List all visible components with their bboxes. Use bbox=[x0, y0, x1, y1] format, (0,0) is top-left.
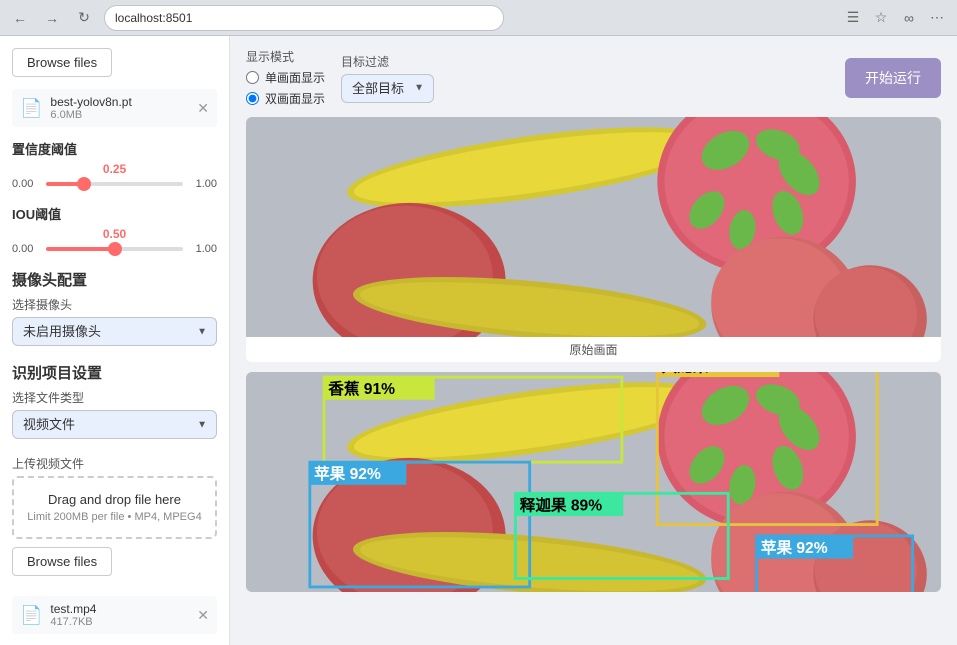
model-file-name: best-yolov8n.pt bbox=[50, 95, 189, 109]
target-select[interactable]: 全部目标 bbox=[341, 74, 434, 103]
menu-button[interactable]: ⋯ bbox=[925, 6, 949, 30]
app-container: Browse files 📄 best-yolov8n.pt 6.0MB ✕ 置… bbox=[0, 36, 957, 645]
confidence-max: 1.00 bbox=[189, 178, 217, 190]
iou-slider[interactable] bbox=[46, 247, 183, 251]
confidence-slider[interactable] bbox=[46, 182, 183, 186]
radio-single-label: 单画面显示 bbox=[265, 69, 325, 86]
detection-image-canvas: 香蕉 91% 大龙果 85% 苹果 92% 释迦果 89% bbox=[246, 372, 941, 592]
refresh-button[interactable]: ↻ bbox=[72, 6, 96, 30]
confidence-value: 0.25 bbox=[12, 162, 217, 176]
iou-label: IOU阈值 bbox=[12, 204, 217, 223]
camera-config-title: 摄像头配置 bbox=[12, 269, 217, 290]
uploaded-file-size: 417.7KB bbox=[50, 616, 189, 628]
camera-sublabel: 选择摄像头 bbox=[12, 296, 217, 313]
browser-tools: ☰ ☆ ∞ ⋯ bbox=[841, 6, 949, 30]
iou-min: 0.00 bbox=[12, 243, 40, 255]
svg-text:香蕉 91%: 香蕉 91% bbox=[328, 379, 395, 398]
file-type-select-wrapper: 视频文件 bbox=[12, 410, 217, 439]
radio-dual-input[interactable] bbox=[246, 92, 259, 105]
dropzone-limit: Limit 200MB per file • MP4, MPEG4 bbox=[26, 511, 203, 523]
uploaded-file-icon: 📄 bbox=[20, 605, 42, 626]
content-area: 显示模式 单画面显示 双画面显示 目标过滤 全部目标 bbox=[230, 36, 957, 645]
target-filter-label: 目标过滤 bbox=[341, 53, 434, 70]
camera-config-section: 摄像头配置 选择摄像头 未启用摄像头 bbox=[12, 269, 217, 346]
extensions-button[interactable]: ∞ bbox=[897, 6, 921, 30]
model-file-close-button[interactable]: ✕ bbox=[197, 100, 209, 117]
sidebar: Browse files 📄 best-yolov8n.pt 6.0MB ✕ 置… bbox=[0, 36, 230, 645]
confidence-min: 0.00 bbox=[12, 178, 40, 190]
detection-image-svg: 香蕉 91% 大龙果 85% 苹果 92% 释迦果 89% bbox=[246, 372, 941, 592]
dropzone[interactable]: Drag and drop file here Limit 200MB per … bbox=[12, 476, 217, 539]
iou-section: IOU阈值 0.50 0.00 1.00 bbox=[12, 204, 217, 255]
svg-text:苹果 92%: 苹果 92% bbox=[314, 464, 381, 483]
upload-section: 上传视频文件 Drag and drop file here Limit 200… bbox=[12, 455, 217, 634]
original-image-panel: 原始画面 bbox=[246, 117, 941, 362]
original-image-canvas bbox=[246, 117, 941, 337]
model-file-size: 6.0MB bbox=[50, 109, 189, 121]
svg-text:苹果 92%: 苹果 92% bbox=[761, 538, 828, 557]
forward-button[interactable]: → bbox=[40, 6, 64, 30]
run-button[interactable]: 开始运行 bbox=[845, 58, 941, 98]
file-type-select[interactable]: 视频文件 bbox=[12, 410, 217, 439]
display-mode-label: 显示模式 bbox=[246, 48, 325, 65]
file-icon: 📄 bbox=[20, 98, 42, 119]
confidence-label: 置信度阈值 bbox=[12, 139, 217, 158]
top-browse-files-button[interactable]: Browse files bbox=[12, 48, 112, 77]
radio-dual: 双画面显示 bbox=[246, 90, 325, 107]
back-button[interactable]: ← bbox=[8, 6, 32, 30]
detection-image-panel: 香蕉 91% 大龙果 85% 苹果 92% 释迦果 89% bbox=[246, 372, 941, 592]
original-image-svg bbox=[246, 117, 941, 337]
controls-row: 显示模式 单画面显示 双画面显示 目标过滤 全部目标 bbox=[246, 48, 941, 107]
reader-mode-button[interactable]: ☰ bbox=[841, 6, 865, 30]
url-text: localhost:8501 bbox=[115, 11, 192, 25]
display-mode-group: 显示模式 单画面显示 双画面显示 bbox=[246, 48, 325, 107]
iou-slider-row: 0.00 1.00 bbox=[12, 243, 217, 255]
target-select-wrapper: 全部目标 bbox=[341, 74, 434, 103]
uploaded-file-item: 📄 test.mp4 417.7KB ✕ bbox=[12, 596, 217, 634]
iou-max: 1.00 bbox=[189, 243, 217, 255]
camera-select-wrapper: 未启用摄像头 bbox=[12, 317, 217, 346]
upload-label: 上传视频文件 bbox=[12, 455, 217, 472]
svg-text:大龙果 85%: 大龙果 85% bbox=[662, 372, 744, 375]
confidence-slider-row: 0.00 1.00 bbox=[12, 178, 217, 190]
browse-files-button[interactable]: Browse files bbox=[12, 547, 112, 576]
radio-single: 单画面显示 bbox=[246, 69, 325, 86]
radio-single-input[interactable] bbox=[246, 71, 259, 84]
camera-select[interactable]: 未启用摄像头 bbox=[12, 317, 217, 346]
uploaded-file-info: test.mp4 417.7KB bbox=[50, 602, 189, 628]
confidence-section: 置信度阈值 0.25 0.00 1.00 bbox=[12, 139, 217, 190]
dropzone-title: Drag and drop file here bbox=[26, 492, 203, 507]
address-bar[interactable]: localhost:8501 bbox=[104, 5, 504, 31]
recognition-title: 识别项目设置 bbox=[12, 362, 217, 383]
model-file-info: best-yolov8n.pt 6.0MB bbox=[50, 95, 189, 121]
radio-dual-label: 双画面显示 bbox=[265, 90, 325, 107]
bookmark-button[interactable]: ☆ bbox=[869, 6, 893, 30]
target-filter-group: 目标过滤 全部目标 bbox=[341, 53, 434, 103]
iou-value: 0.50 bbox=[12, 227, 217, 241]
uploaded-file-name: test.mp4 bbox=[50, 602, 189, 616]
uploaded-file-close-button[interactable]: ✕ bbox=[197, 607, 209, 624]
recognition-section: 识别项目设置 选择文件类型 视频文件 bbox=[12, 362, 217, 439]
file-type-label: 选择文件类型 bbox=[12, 389, 217, 406]
original-image-label: 原始画面 bbox=[246, 337, 941, 362]
svg-text:释迦果 89%: 释迦果 89% bbox=[520, 495, 602, 514]
model-file-item: 📄 best-yolov8n.pt 6.0MB ✕ bbox=[12, 89, 217, 127]
browser-chrome: ← → ↻ localhost:8501 ☰ ☆ ∞ ⋯ bbox=[0, 0, 957, 36]
